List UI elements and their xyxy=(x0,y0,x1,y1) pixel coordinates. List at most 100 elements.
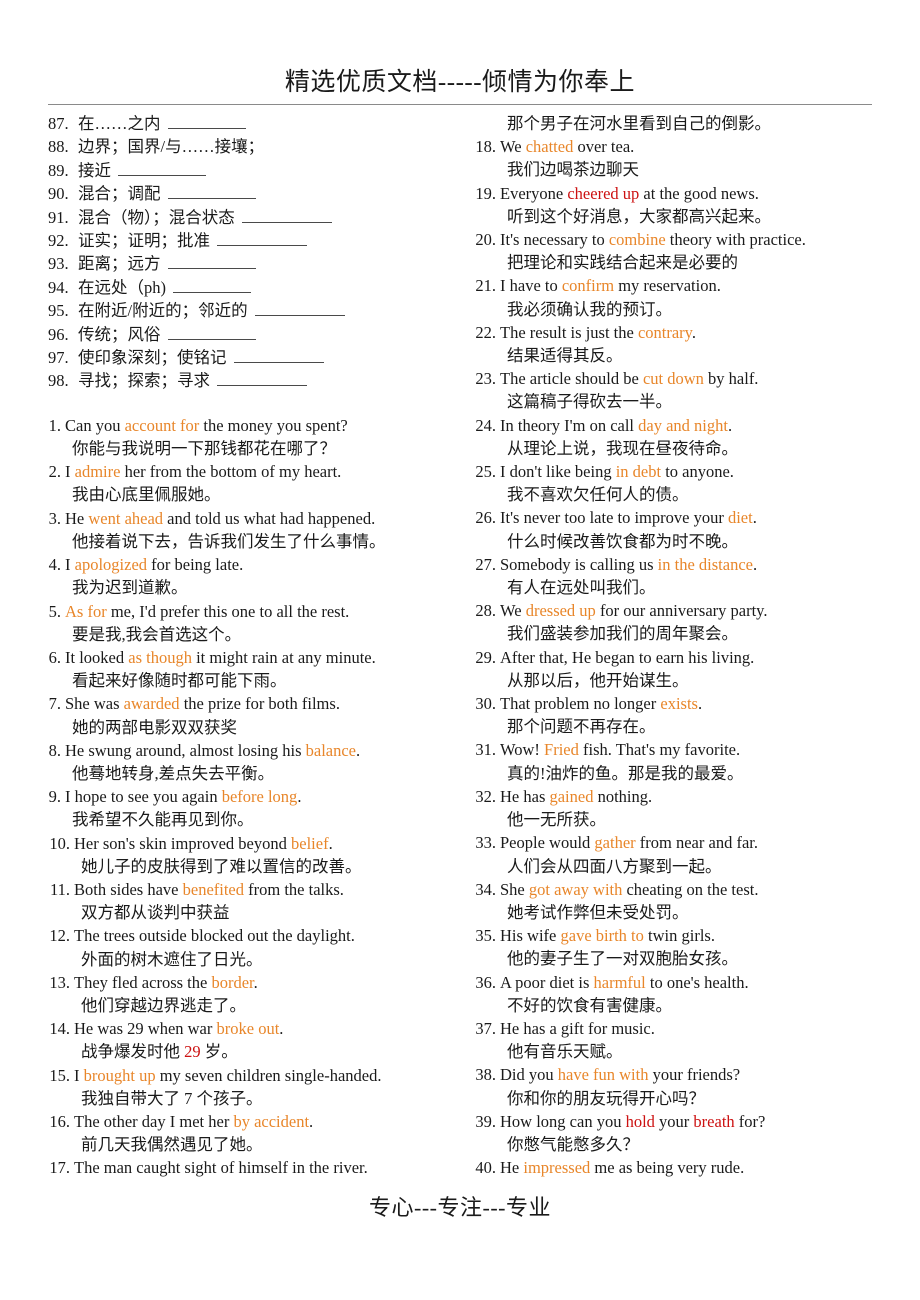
vocabulary-item: 91. 混合（物）；混合状态 xyxy=(48,206,446,229)
sentence-translation: 结果适得其反。 xyxy=(474,344,872,367)
plain-text: twin girls. xyxy=(643,926,715,946)
sentence-english: 21. I have to confirm my reservation. xyxy=(474,274,872,297)
answer-blank[interactable] xyxy=(167,256,256,270)
plain-text: After that, He began to earn his living. xyxy=(500,647,755,667)
answer-blank[interactable] xyxy=(233,350,324,364)
plain-text: The other day I met her xyxy=(74,1111,234,1131)
answer-blank[interactable] xyxy=(118,163,206,176)
plain-text: She was xyxy=(65,694,124,714)
sentence-english: 9. I hope to see you again before long. xyxy=(48,785,446,808)
answer-blank[interactable] xyxy=(167,327,256,340)
sentence-number: 16. xyxy=(49,1111,70,1131)
vocabulary-term: 使印象深刻；使铭记 xyxy=(78,348,227,368)
vocabulary-list: 87. 在……之内 88. 边界；国界/与……接壤； 89. 接近 90. 混合；调配 91. 混… xyxy=(48,112,446,393)
sentence-translation: 我必须确认我的预订。 xyxy=(474,298,872,321)
plain-text: me as being very rude. xyxy=(590,1158,745,1178)
plain-text: 我们边喝茶边聊天 xyxy=(507,160,639,180)
sentence-english: 24. In theory I'm on call day and night. xyxy=(474,414,872,437)
highlighted-phrase: Fried xyxy=(544,740,579,760)
sentence-text: That problem no longer exists. xyxy=(500,692,872,715)
sentence-text: I have to confirm my reservation. xyxy=(500,274,872,297)
vocabulary-item: 92. 证实；证明；批准 xyxy=(48,229,446,252)
sentence-english: 4. I apologized for being late. xyxy=(48,553,446,576)
highlighted-phrase: As for xyxy=(65,601,107,621)
sentence-translation: 听到这个好消息，大家都高兴起来。 xyxy=(474,205,872,228)
vocabulary-number: 98. xyxy=(48,371,69,391)
plain-text: His wife xyxy=(500,926,561,946)
vocabulary-item: 97. 使印象深刻；使铭记 xyxy=(48,346,446,369)
plain-text: 我由心底里佩服她。 xyxy=(72,485,221,505)
sentence-number: 30. xyxy=(475,694,496,714)
answer-blank[interactable] xyxy=(167,186,256,200)
sentence-entry: 30. That problem no longer exists. 那个问题不再存… xyxy=(474,692,872,738)
sentence-translation: 我希望不久能再见到你。 xyxy=(48,808,446,831)
plain-text: over tea. xyxy=(573,137,635,157)
sentence-number: 37. xyxy=(475,1018,496,1038)
sentence-text: In theory I'm on call day and night. xyxy=(500,414,872,437)
sentence-translation: 这篇稿子得砍去一半。 xyxy=(474,390,872,413)
sentence-number: 21. xyxy=(475,276,496,296)
plain-text: . xyxy=(727,415,733,435)
sentence-number: 29. xyxy=(475,647,496,667)
plain-text: your friends? xyxy=(648,1065,741,1085)
sentence-entry: 4. I apologized for being late. 我为迟到道歉。 xyxy=(48,553,446,599)
plain-text: 不好的饮食有害健康。 xyxy=(507,995,672,1015)
plain-text: her from the bottom of my heart. xyxy=(120,462,342,482)
plain-text: . xyxy=(279,1019,284,1039)
sentence-entry: 27. Somebody is calling us in the distanc… xyxy=(474,553,872,599)
highlighted-phrase: in the distance xyxy=(657,554,753,574)
sentence-number: 7. xyxy=(48,694,61,714)
plain-text: . xyxy=(309,1111,314,1131)
plain-text: 岁。 xyxy=(200,1042,238,1062)
right-sentence-list: 18. We chatted over tea. 我们边喝茶边聊天 19. Everyo… xyxy=(474,135,872,1179)
highlighted-phrase: gave birth to xyxy=(560,926,644,946)
sentence-number: 28. xyxy=(475,601,496,621)
plain-text: 什么时候改善饮食都为时不晚。 xyxy=(507,531,738,551)
sentence-text: He impressed me as being very rude. xyxy=(500,1156,872,1179)
sentence-english: 29. After that, He began to earn his livi… xyxy=(474,646,872,669)
sentence-translation: 看起来好像随时都可能下雨。 xyxy=(48,669,446,692)
sentence-entry: 20. It's necessary to combine theory with… xyxy=(474,228,872,274)
answer-blank[interactable] xyxy=(173,280,251,293)
sentence-text: I don't like being in debt to anyone. xyxy=(500,460,872,483)
answer-blank[interactable] xyxy=(241,210,332,223)
answer-blank[interactable] xyxy=(217,233,307,247)
sentence-number: 11. xyxy=(49,879,70,899)
answer-blank[interactable] xyxy=(167,116,246,129)
highlighted-phrase: diet xyxy=(727,508,753,528)
sentence-english: 31. Wow! Fried fish. That's my favorite. xyxy=(474,738,872,761)
plain-text: for? xyxy=(734,1111,766,1131)
sentence-number: 32. xyxy=(475,786,496,806)
answer-blank[interactable] xyxy=(217,373,307,387)
plain-text: The man caught sight of himself in the r… xyxy=(74,1158,368,1178)
plain-text: I don't like being xyxy=(500,462,616,482)
plain-text: The trees outside blocked out the daylig… xyxy=(74,926,355,946)
sentence-entry: 18. We chatted over tea. 我们边喝茶边聊天 xyxy=(474,135,872,181)
plain-text: 我不喜欢欠任何人的债。 xyxy=(507,485,689,505)
sentence-english: 22. The result is just the contrary. xyxy=(474,321,872,344)
plain-text: 听到这个好消息，大家都高兴起来。 xyxy=(507,206,771,226)
vocabulary-term: 边界；国界/与……接壤； xyxy=(78,137,265,157)
plain-text: Somebody is calling us xyxy=(500,554,658,574)
sentence-english: 5. As for me, I'd prefer this one to all … xyxy=(48,600,446,623)
sentence-number: 14. xyxy=(49,1019,70,1039)
sentence-entry: 28. We dressed up for our anniversary par… xyxy=(474,599,872,645)
sentence-text: I admire her from the bottom of my heart… xyxy=(65,460,446,483)
plain-text: . xyxy=(691,322,696,342)
sentence-entry: 11. Both sides have benefited from the ta… xyxy=(48,878,446,924)
sentence-entry: 14. He was 29 when war broke out. 战争爆发时他 2… xyxy=(48,1017,446,1063)
sentence-number: 6. xyxy=(48,647,61,667)
sentence-text: Both sides have benefited from the talks… xyxy=(74,878,446,901)
plain-text: . xyxy=(297,787,302,807)
highlighted-phrase: awarded xyxy=(123,694,180,714)
sentence-translation: 他有音乐天赋。 xyxy=(474,1040,872,1063)
sentence-english: 40. He impressed me as being very rude. xyxy=(474,1156,872,1179)
highlighted-phrase: exists xyxy=(660,694,698,714)
vocabulary-number: 96. xyxy=(48,324,69,344)
vocabulary-item: 96. 传统；风俗 xyxy=(48,323,446,346)
plain-text: me, I'd prefer this one to all the rest. xyxy=(106,601,350,621)
plain-text: It looked xyxy=(65,647,129,667)
answer-blank[interactable] xyxy=(254,303,345,317)
plain-text: Both sides have xyxy=(74,879,183,899)
sentence-english: 34. She got away with cheating on the tes… xyxy=(474,878,872,901)
